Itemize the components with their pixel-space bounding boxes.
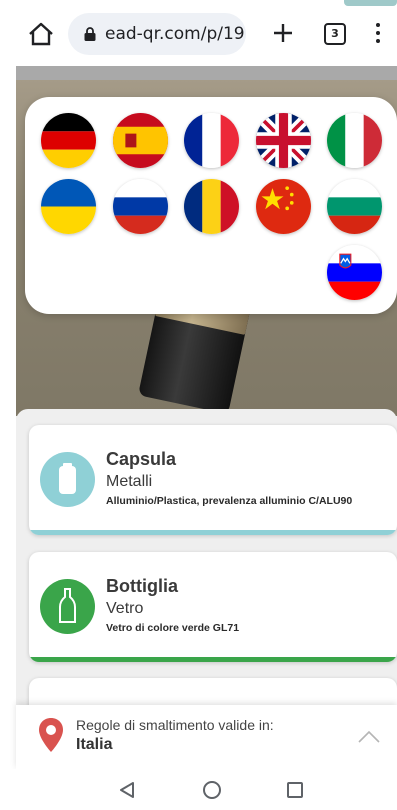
home-nav-icon[interactable]	[203, 781, 221, 799]
material-detail: Alluminio/Plastica, prevalenza alluminio…	[106, 495, 353, 507]
flag-si-icon[interactable]	[327, 245, 382, 300]
tab-indicator	[344, 0, 397, 6]
rules-label: Regole di smaltimento valide in:	[76, 717, 274, 733]
tab-count: 3	[331, 27, 339, 40]
flag-bg-icon[interactable]	[327, 179, 382, 234]
flag-gb-icon[interactable]	[256, 113, 311, 168]
flag-it-icon[interactable]	[327, 113, 382, 168]
disposal-rules-bar[interactable]: Regole di smaltimento valide in: Italia	[16, 705, 397, 769]
web-page: Capsula Metalli Alluminio/Plastica, prev…	[16, 66, 397, 769]
url-text: ead-qr.com/p/19	[105, 24, 245, 44]
new-tab-icon[interactable]	[271, 21, 295, 45]
system-nav-bar	[0, 769, 397, 810]
flag-es-icon[interactable]	[113, 113, 168, 168]
more-vert-icon[interactable]	[370, 23, 386, 45]
browser-toolbar: ead-qr.com/p/19 3	[0, 0, 397, 66]
material-color-bar	[29, 657, 397, 662]
flag-fr-icon[interactable]	[184, 113, 239, 168]
material-card-bottiglia[interactable]: Bottiglia Vetro Vetro di colore verde GL…	[29, 552, 397, 662]
back-icon[interactable]	[118, 781, 136, 799]
material-detail: Vetro di colore verde GL71	[106, 622, 240, 634]
recents-icon[interactable]	[287, 782, 303, 798]
rules-country: Italia	[76, 736, 113, 753]
url-bar[interactable]: ead-qr.com/p/19	[68, 13, 246, 55]
home-icon[interactable]	[28, 22, 54, 46]
tab-switcher-button[interactable]: 3	[324, 23, 346, 45]
material-icon-bg	[40, 579, 95, 634]
material-title: Bottiglia	[106, 576, 178, 596]
material-type: Vetro	[106, 600, 144, 617]
material-card-capsula[interactable]: Capsula Metalli Alluminio/Plastica, prev…	[29, 425, 397, 535]
flag-ro-icon[interactable]	[184, 179, 239, 234]
chevron-up-icon[interactable]	[358, 729, 380, 743]
can-icon	[59, 463, 76, 494]
language-selector	[25, 97, 397, 314]
material-type: Metalli	[106, 473, 153, 490]
material-color-bar	[29, 530, 397, 535]
location-pin-icon	[39, 718, 63, 752]
flag-ua-icon[interactable]	[41, 179, 96, 234]
flag-cn-icon[interactable]	[256, 179, 311, 234]
flag-ru-icon[interactable]	[113, 179, 168, 234]
flag-de-icon[interactable]	[41, 113, 96, 168]
material-title: Capsula	[106, 449, 177, 469]
material-icon-bg	[40, 452, 95, 507]
bottle-icon	[59, 588, 76, 623]
lock-icon	[84, 27, 96, 41]
